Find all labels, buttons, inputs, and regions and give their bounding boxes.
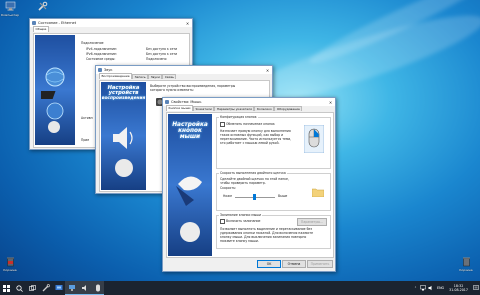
tools-taskbar-icon[interactable] (39, 281, 52, 295)
row-label: IPv4-подключение: (86, 47, 117, 51)
swap-buttons-checkbox[interactable] (220, 122, 225, 127)
network-icon (32, 21, 36, 25)
banner-title: Настройка устройств воспроизведения (101, 85, 146, 101)
click-lock-settings-button[interactable]: Параметры... (297, 218, 327, 226)
tab-sounds[interactable]: Звуки (148, 74, 163, 79)
tab-pointers[interactable]: Указатели (192, 106, 215, 111)
checkbox-label: Обменять назначение кнопок (226, 122, 275, 126)
row-value: Подключено (146, 57, 167, 61)
window-title: Свойства: Мышь (171, 100, 202, 104)
speed-label: Скорость: (220, 186, 237, 190)
control-panel-taskbar-icon[interactable] (52, 281, 65, 295)
tab-hardware[interactable]: Оборудование (274, 106, 303, 111)
tab-communications[interactable]: Связь (162, 74, 177, 79)
volume-tray-icon[interactable] (427, 281, 435, 295)
mouse-preview-icon (303, 124, 325, 154)
banner-title: Настройка кнопок мыши (172, 122, 208, 141)
side-banner: Настройка устройств воспроизведения (101, 82, 146, 190)
desktop-icon-computer[interactable]: Компьютер (0, 1, 20, 17)
mouse-properties-taskbar-icon[interactable] (91, 281, 104, 295)
clock[interactable]: 18:32 31.08.2017 (446, 284, 471, 292)
close-button[interactable]: ✕ (183, 19, 192, 27)
search-icon[interactable] (13, 281, 26, 295)
ok-button[interactable]: OK (257, 260, 281, 268)
window-title: Состояние - Ethernet (38, 21, 77, 25)
recycle-bin-icon (5, 256, 16, 267)
tab-panel: Настройка кнопок мыши Конфигурация кнопок … (166, 112, 334, 258)
group-description: Назначает правую кнопку для выполнения та… (220, 129, 292, 145)
group-description: Позволяет выполнять выделение и перетаск… (220, 227, 314, 243)
language-indicator[interactable]: ENG (435, 286, 446, 290)
desktop-icon-label: Корзина (459, 268, 473, 272)
apply-button[interactable]: Применить (307, 260, 333, 268)
row-value: Без доступа к сети (146, 52, 178, 56)
computer-icon (5, 1, 16, 12)
tab-wheel[interactable]: Колесико (254, 106, 275, 111)
desktop-icon-tools[interactable] (32, 1, 52, 12)
start-button[interactable] (0, 281, 13, 295)
description: Выберите устройство воспроизведения, пар… (150, 84, 236, 92)
speed-low-label: Ниже (223, 194, 233, 198)
slider-thumb[interactable] (253, 194, 256, 200)
desktop-icon-label: Корзина (3, 268, 17, 272)
cancel-button[interactable]: Отмена (282, 260, 306, 268)
tab-recording[interactable]: Запись (132, 74, 149, 79)
desktop-icon-recycle-bin-left[interactable]: Корзина (0, 256, 20, 272)
tab-playback[interactable]: Воспроизведение (99, 73, 133, 79)
received-label: Прие (81, 138, 90, 142)
checkbox-label: Включить залипание (226, 219, 261, 223)
recycle-bin-icon (461, 256, 472, 267)
network-tray-icon[interactable] (419, 281, 427, 295)
row-label: Состояние среды: (86, 57, 116, 61)
mouse-properties-window: Свойства: Мышь ✕ Кнопки мыши Указатели П… (162, 97, 336, 272)
side-banner: Настройка кнопок мыши (168, 114, 212, 256)
desktop-icon-recycle-bin-right[interactable]: Корзина (456, 256, 476, 272)
group-title: Залипание кнопки мыши (219, 213, 262, 217)
test-folder-icon[interactable] (311, 187, 325, 198)
tab-general[interactable]: Общие (33, 26, 49, 32)
row-value: Без доступа к сети (146, 47, 178, 51)
group-description: Сделайте двойной щелчок по этой папке, чт… (220, 177, 289, 185)
tools-icon (37, 1, 48, 12)
mouse-icon (165, 100, 169, 104)
speed-slider[interactable] (235, 194, 275, 200)
group-title: Конфигурация кнопок (219, 115, 258, 119)
window-title: Звук (104, 68, 113, 72)
activity-label: Активн (81, 116, 93, 120)
taskbar: ˄ ENG 18:32 31.08.2017 (0, 281, 480, 295)
tab-pointer-options[interactable]: Параметры указателя (214, 106, 255, 111)
side-banner (35, 35, 75, 145)
sound-taskbar-icon[interactable] (78, 281, 91, 295)
ethernet-status-taskbar-icon[interactable] (65, 281, 78, 295)
close-button[interactable]: ✕ (326, 98, 335, 106)
tray-overflow-icon[interactable]: ˄ (412, 281, 419, 295)
tab-mouse-buttons[interactable]: Кнопки мыши (166, 105, 193, 111)
section-heading: Подключение (81, 41, 104, 45)
task-view-icon[interactable] (26, 281, 39, 295)
notifications-icon[interactable] (471, 281, 480, 295)
group-title: Скорость выполнения двойного щелчка (219, 171, 287, 175)
close-button[interactable]: ✕ (263, 66, 272, 74)
row-label: IPv6-подключение: (86, 52, 117, 56)
speaker-icon (98, 68, 102, 72)
click-lock-checkbox[interactable] (220, 219, 225, 224)
speed-high-label: Выше (278, 194, 288, 198)
desktop-icon-label: Компьютер (1, 13, 19, 17)
title-bar[interactable]: Состояние - Ethernet ✕ (30, 19, 192, 27)
clock-date: 31.08.2017 (449, 288, 468, 292)
